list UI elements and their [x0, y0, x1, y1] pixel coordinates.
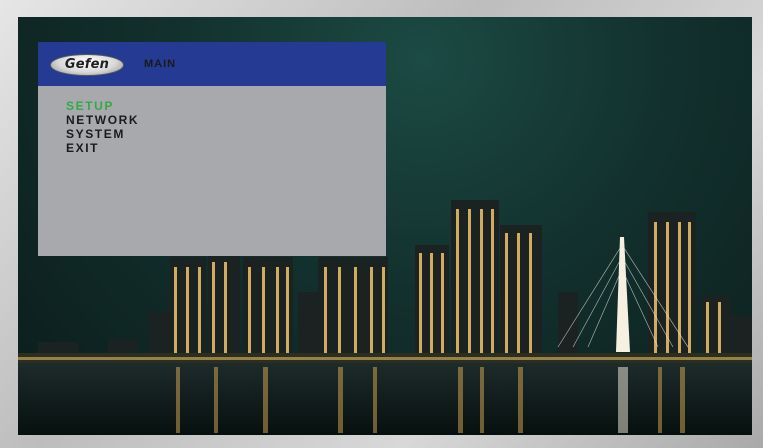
osd-menu-panel: Gefen MAIN SETUP NETWORK SYSTEM EXIT — [38, 42, 386, 256]
menu-item-setup[interactable]: SETUP — [66, 99, 139, 113]
menu-items: SETUP NETWORK SYSTEM EXIT — [66, 99, 139, 155]
gefen-logo: Gefen — [50, 54, 124, 76]
monitor-bezel: Gefen MAIN SETUP NETWORK SYSTEM EXIT — [0, 0, 763, 448]
menu-item-network[interactable]: NETWORK — [66, 113, 139, 127]
menu-item-exit[interactable]: EXIT — [66, 141, 139, 155]
menu-header: Gefen MAIN — [38, 42, 386, 86]
menu-title: MAIN — [144, 58, 177, 70]
menu-item-system[interactable]: SYSTEM — [66, 127, 139, 141]
